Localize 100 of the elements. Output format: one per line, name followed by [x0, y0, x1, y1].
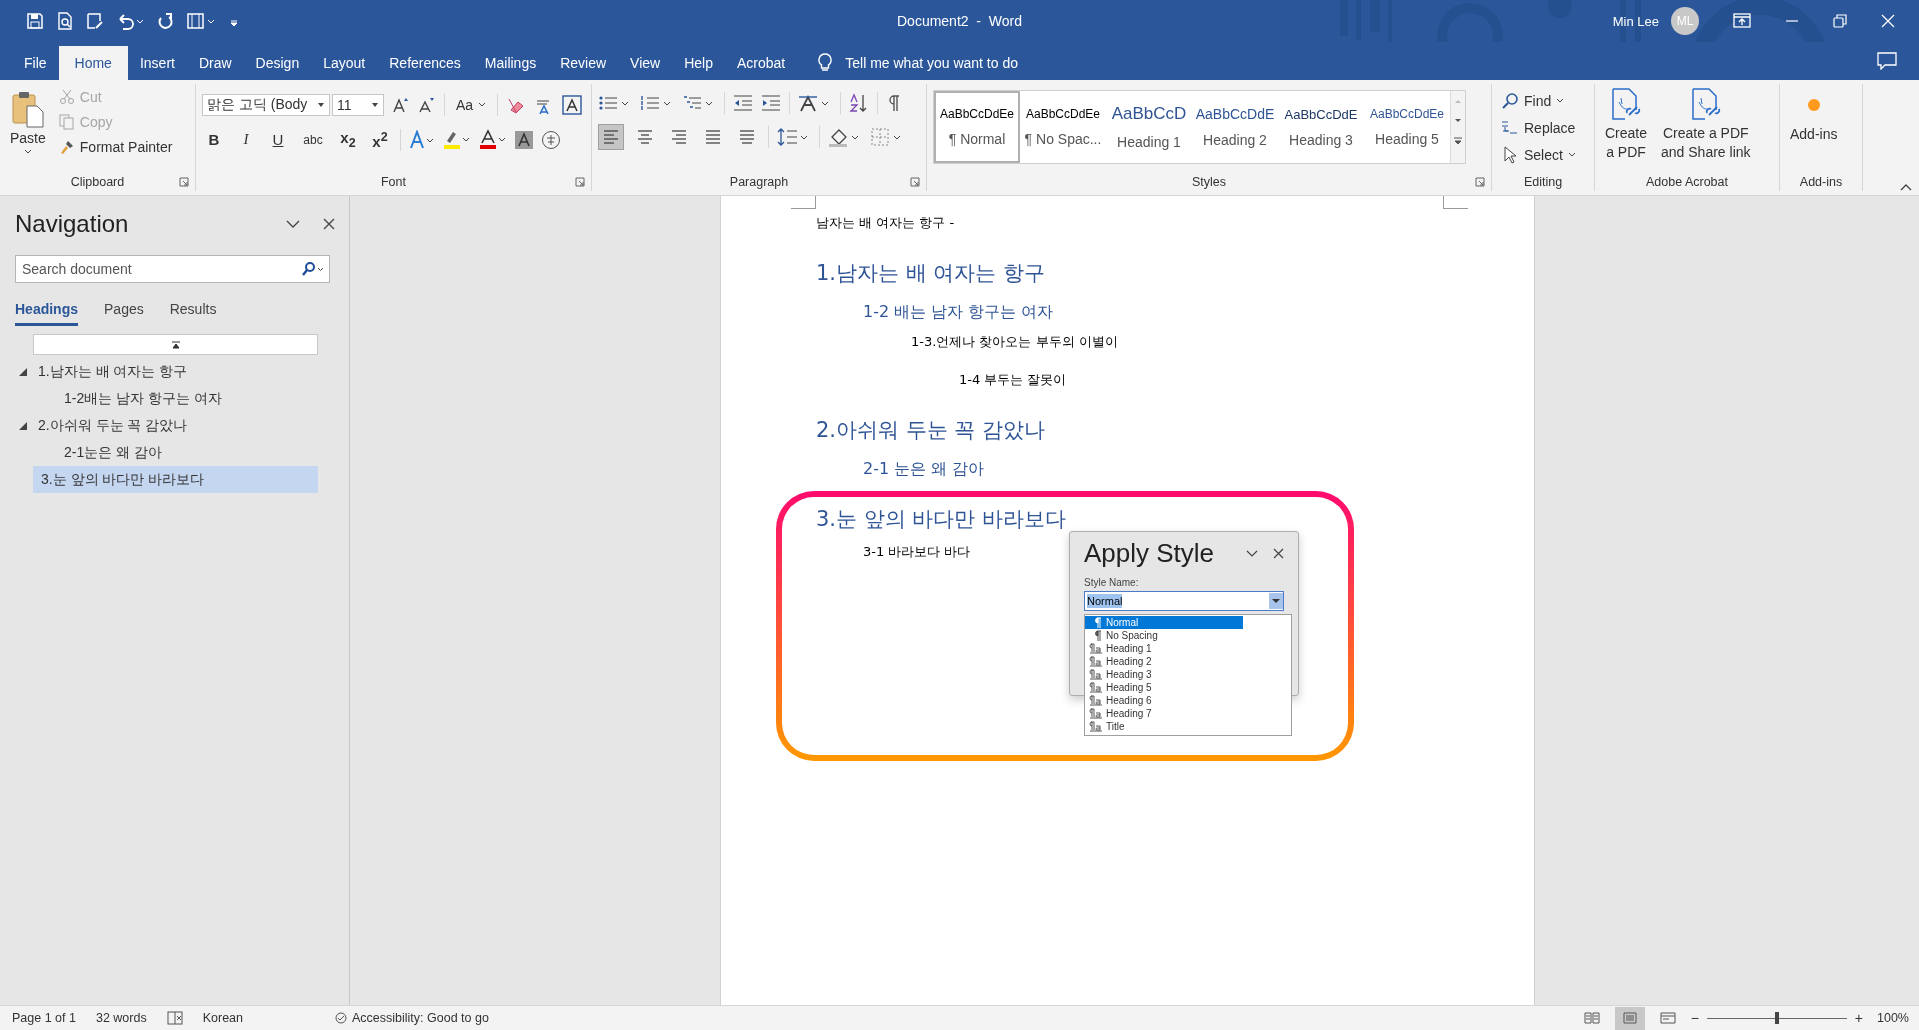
dialog-launcher-icon[interactable]	[910, 177, 920, 187]
pane-tab[interactable]: Headings	[15, 301, 78, 326]
create-pdf-button[interactable]: Create a PDF	[1601, 84, 1652, 164]
redo-icon[interactable]	[156, 12, 174, 30]
style-option[interactable]: Heading 1	[1085, 642, 1243, 655]
replace-button[interactable]: Replace	[1498, 115, 1579, 140]
find-button[interactable]: Find	[1498, 88, 1568, 113]
ribbon-tab[interactable]: Home	[58, 46, 128, 80]
search-field[interactable]: Search document	[15, 255, 330, 283]
style-option[interactable]: Normal	[1085, 616, 1243, 629]
ribbon-tab[interactable]: Draw	[186, 46, 244, 80]
dialog-launcher-icon[interactable]	[179, 177, 189, 187]
undo-icon[interactable]	[116, 12, 144, 30]
select-button[interactable]: Select	[1498, 142, 1579, 167]
change-case-button[interactable]: Aa	[453, 92, 490, 117]
heading-item[interactable]: 2-1눈은 왜 감아	[18, 439, 318, 466]
language[interactable]: Korean	[202, 1011, 243, 1025]
restore-icon[interactable]	[1833, 14, 1847, 28]
collapse-ribbon-icon[interactable]	[1899, 182, 1913, 192]
style-gallery-item[interactable]: AaBbCcDdEe Heading 5	[1364, 91, 1450, 163]
triangle-icon[interactable]	[18, 420, 28, 431]
lightbulb-icon[interactable]	[817, 53, 834, 73]
zoom-level[interactable]: 100%	[1877, 1011, 1909, 1025]
subscript-button[interactable]: x$_{2}$	[336, 127, 360, 152]
accessibility-icon[interactable]	[333, 1011, 349, 1025]
zoom-in-button[interactable]: +	[1854, 1010, 1863, 1026]
italic-button[interactable]: I	[234, 127, 258, 152]
pane-options-icon[interactable]	[1245, 548, 1259, 559]
sort-icon[interactable]	[849, 93, 869, 113]
dialog-launcher-icon[interactable]	[1475, 177, 1485, 187]
heading-item[interactable]: 2.아쉬워 두눈 꼭 감았나	[18, 412, 318, 439]
style-option[interactable]: Heading 6	[1085, 694, 1243, 707]
print-view-button[interactable]	[1614, 1006, 1645, 1030]
bold-button[interactable]: B	[202, 127, 226, 152]
align-left-button[interactable]	[598, 124, 624, 150]
comment-icon[interactable]	[1877, 52, 1897, 70]
heading-item[interactable]: 1.남자는 배 여자는 항구	[18, 358, 318, 385]
shrink-font-icon[interactable]	[418, 95, 436, 114]
pane-tab[interactable]: Results	[169, 301, 217, 326]
style-gallery-item[interactable]: AaBbCcDdEe ¶ No Spac...	[1020, 91, 1106, 163]
style-option[interactable]: Heading 7	[1085, 707, 1243, 720]
dialog-launcher-icon[interactable]	[575, 177, 585, 187]
font-color-icon[interactable]	[479, 128, 507, 151]
pilcrow-icon[interactable]	[886, 94, 900, 112]
ribbon-tab[interactable]: Design	[243, 46, 312, 80]
text-effects-icon[interactable]	[409, 129, 435, 150]
style-option[interactable]: No Spacing	[1085, 629, 1243, 642]
font-name-field[interactable]: 맑은 고딕 (Body	[202, 93, 330, 116]
ribbon-tab[interactable]: Insert	[127, 46, 187, 80]
table-icon[interactable]	[186, 12, 216, 30]
style-name-field[interactable]: Normal	[1084, 591, 1284, 611]
accessibility-status[interactable]: Accessibility: Good to go	[352, 1011, 489, 1025]
zoom-out-button[interactable]: −	[1690, 1010, 1699, 1026]
style-option[interactable]: Heading 3	[1085, 668, 1243, 681]
ribbon-tab[interactable]: Review	[548, 46, 619, 80]
style-option[interactable]: Title	[1085, 720, 1243, 733]
underline-button[interactable]: U	[266, 127, 290, 152]
ribbon-display-icon[interactable]	[1733, 13, 1751, 29]
ribbon-tab[interactable]: References	[377, 46, 473, 80]
style-gallery-item[interactable]: AaBbCcDdEe ¶ Normal	[934, 91, 1020, 163]
heading-item[interactable]: 1-2배는 남자 항구는 여자	[18, 385, 318, 412]
add-ins-button[interactable]: Add-ins	[1786, 84, 1842, 144]
style-gallery-item[interactable]: AaBbCcDdE Heading 2	[1192, 91, 1278, 163]
pane-tab[interactable]: Pages	[104, 301, 144, 326]
superscript-button[interactable]: x$^{2}$	[368, 127, 392, 152]
print-preview-icon[interactable]	[56, 12, 74, 30]
ribbon-tab[interactable]: Acrobat	[725, 46, 798, 80]
close-icon[interactable]	[323, 218, 335, 230]
paste-button[interactable]: Paste	[6, 88, 50, 158]
ribbon-tab[interactable]: View	[618, 46, 673, 80]
save-edit-icon[interactable]	[86, 12, 104, 30]
character-border-icon[interactable]	[562, 94, 583, 115]
strike-button[interactable]: abc	[298, 127, 328, 152]
ribbon-tab[interactable]: Layout	[311, 46, 378, 80]
style-option[interactable]: Heading 2	[1085, 655, 1243, 668]
proofing-icon[interactable]	[166, 1011, 183, 1025]
increase-indent-icon[interactable]	[761, 94, 781, 112]
create-pdf-button[interactable]: Create a PDF and Share link	[1657, 84, 1755, 164]
style-gallery-item[interactable]: AaBbCcD Heading 1	[1106, 91, 1192, 163]
style-option[interactable]: Heading 5	[1085, 681, 1243, 694]
tell-me-field[interactable]: Tell me what you want to do	[843, 54, 1068, 72]
pane-options-icon[interactable]	[285, 219, 301, 229]
heading-item[interactable]: 3.눈 앞의 바다만 바라보다	[33, 466, 318, 493]
save-icon[interactable]	[26, 12, 44, 30]
zoom-slider[interactable]	[1706, 1011, 1847, 1025]
font-size-field[interactable]: 11	[332, 93, 384, 116]
triangle-icon[interactable]	[18, 366, 28, 377]
page-count[interactable]: Page 1 of 1	[12, 1011, 76, 1025]
user-name[interactable]: Min Lee	[1612, 13, 1659, 29]
search-icon[interactable]	[301, 261, 325, 277]
word-count[interactable]: 32 words	[95, 1011, 147, 1025]
close-icon[interactable]	[1273, 548, 1284, 559]
style-gallery-item[interactable]: AaBbCcDdE Heading 3	[1278, 91, 1364, 163]
ribbon-tab[interactable]: Help	[672, 46, 725, 80]
ribbon-tab[interactable]: File	[12, 46, 59, 80]
enclose-characters-icon[interactable]	[541, 129, 561, 150]
ribbon-tab[interactable]: Mailings	[472, 46, 549, 80]
format-painter-button[interactable]: Format Painter	[55, 134, 176, 159]
decrease-indent-icon[interactable]	[733, 94, 753, 112]
character-shading-icon[interactable]	[515, 130, 533, 149]
